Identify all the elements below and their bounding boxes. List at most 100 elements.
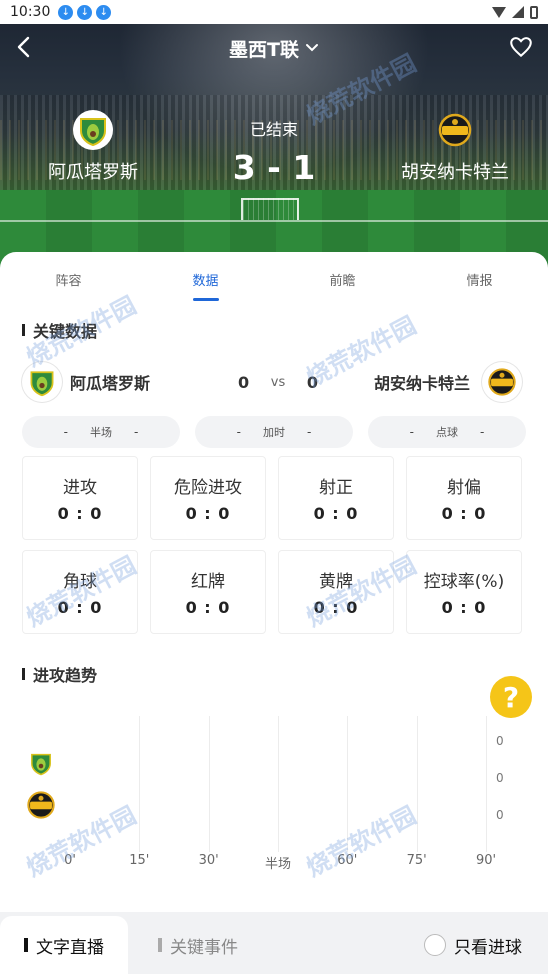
- only-goals-label: 只看进球: [454, 937, 522, 958]
- pill-label: 点球: [436, 426, 458, 439]
- stat-label: 射正: [319, 478, 353, 498]
- tab-key-events[interactable]: 关键事件: [158, 916, 238, 974]
- key-data-team-row: 阿瓜塔罗斯 0 vs 0 胡安纳卡特兰: [22, 360, 522, 404]
- signal-icon: [512, 6, 524, 18]
- away-team-name: 胡安纳卡特兰: [373, 374, 470, 393]
- home-team-logo-small: [22, 362, 62, 402]
- top-nav: 墨西T联: [0, 28, 548, 68]
- stat-value: 0 : 0: [441, 504, 487, 523]
- chart-gridline: [347, 716, 349, 852]
- favorite-button[interactable]: [508, 34, 536, 62]
- chart-x-tick-label: 半场: [264, 857, 292, 872]
- chart-x-tick-label: 75': [406, 853, 427, 868]
- wifi-icon: [492, 6, 506, 18]
- league-title: 墨西T联: [229, 38, 299, 61]
- attack-trend-chart: 0' 15' 30' 半场 60' 75' 90' 0 0 0: [22, 712, 526, 882]
- away-team-logo-small: [482, 362, 522, 402]
- stat-label: 危险进攻: [174, 478, 242, 498]
- pitch-line: [0, 220, 548, 222]
- pill-right-value: -: [480, 425, 485, 439]
- tab-lineup[interactable]: 阵容: [0, 260, 137, 289]
- stat-shots-off-target: 射偏 0 : 0: [406, 456, 522, 540]
- stat-shots-on-target: 射正 0 : 0: [278, 456, 394, 540]
- away-team-logo: [435, 110, 475, 150]
- download-icon: ↓: [96, 4, 112, 20]
- goal-net: [241, 198, 299, 220]
- pill-left-value: -: [236, 425, 241, 439]
- pill-extra-time: - 加时 -: [195, 416, 353, 448]
- chart-gridline: [139, 716, 141, 852]
- chart-gridline: [208, 716, 210, 852]
- chart-gridline: [486, 716, 487, 852]
- league-selector[interactable]: 墨西T联: [229, 35, 319, 62]
- stat-label: 射偏: [447, 478, 481, 498]
- tab-text-live-label: 文字直播: [36, 937, 104, 958]
- only-goals-toggle[interactable]: 只看进球: [424, 916, 522, 974]
- attack-trend-title: 进攻趋势: [22, 662, 97, 686]
- pill-label: 半场: [90, 426, 112, 439]
- chart-x-tick-label: 90': [475, 853, 497, 868]
- chart-gridline: [416, 716, 418, 852]
- key-data-score: 0 vs 0: [238, 373, 318, 392]
- pill-left-value: -: [409, 425, 414, 439]
- vs-label: vs: [270, 374, 286, 390]
- stat-dangerous-attacks: 危险进攻 0 : 0: [150, 456, 266, 540]
- chart-x-tick-label: 15': [129, 853, 150, 868]
- pill-label: 加时: [263, 426, 285, 439]
- chart-y-tick-label: 0: [496, 808, 504, 822]
- period-score-pills: - 半场 - - 加时 - - 点球 -: [22, 416, 526, 448]
- match-header-banner: 10:30 ↓ ↓ ↓ 墨西T联 阿瓜塔罗斯 已结束 3 - 1 胡安纳卡特兰 …: [0, 0, 548, 270]
- chart-x-tick-label: 30': [198, 853, 219, 868]
- pill-right-value: -: [307, 425, 312, 439]
- stat-label: 红牌: [191, 572, 225, 592]
- stats-grid: 进攻 0 : 0 危险进攻 0 : 0 射正 0 : 0 射偏 0 : 0 角球…: [22, 456, 526, 634]
- stat-label: 控球率(%): [423, 572, 505, 592]
- stat-value: 0 : 0: [185, 504, 231, 523]
- stat-label: 角球: [63, 572, 97, 592]
- stat-possession: 控球率(%) 0 : 0: [406, 550, 522, 634]
- status-time: 10:30: [10, 4, 51, 20]
- home-team-logo-chart: [24, 746, 58, 780]
- stat-value: 0 : 0: [441, 598, 487, 617]
- tab-data[interactable]: 数据: [137, 260, 274, 289]
- tab-preview[interactable]: 前瞻: [274, 260, 411, 289]
- stat-attacks: 进攻 0 : 0: [22, 456, 138, 540]
- away-team-logo-chart: [24, 788, 58, 822]
- stat-value: 0 : 0: [313, 598, 359, 617]
- stat-yellow-cards: 黄牌 0 : 0: [278, 550, 394, 634]
- tab-bar: 阵容 数据 前瞻 情报: [0, 252, 548, 296]
- download-icon: ↓: [77, 4, 93, 20]
- pill-halftime: - 半场 -: [22, 416, 180, 448]
- stat-red-cards: 红牌 0 : 0: [150, 550, 266, 634]
- download-icon: ↓: [58, 4, 74, 20]
- stat-label: 进攻: [63, 478, 97, 498]
- stat-label: 黄牌: [319, 572, 353, 592]
- radio-icon[interactable]: [424, 934, 446, 956]
- tab-text-live[interactable]: 文字直播: [0, 916, 128, 974]
- bottom-bar: 文字直播 关键事件 只看进球: [0, 912, 548, 974]
- chart-x-tick-label: 60': [337, 853, 358, 868]
- away-team[interactable]: 胡安纳卡特兰: [370, 110, 540, 184]
- chart-gridline: [278, 716, 279, 852]
- status-bar: 10:30 ↓ ↓ ↓: [0, 0, 548, 24]
- battery-icon: [530, 5, 538, 19]
- away-team-name: 胡安纳卡特兰: [401, 162, 509, 183]
- stat-value: 0 : 0: [57, 504, 103, 523]
- key-data-title: 关键数据: [22, 318, 97, 342]
- pill-left-value: -: [63, 425, 68, 439]
- tab-intel[interactable]: 情报: [411, 260, 548, 289]
- chart-y-tick-label: 0: [496, 771, 504, 785]
- back-arrow-icon: [17, 36, 30, 58]
- pill-penalties: - 点球 -: [368, 416, 526, 448]
- stat-value: 0 : 0: [313, 504, 359, 523]
- stats-card: 阵容 数据 前瞻 情报 关键数据 阿瓜塔罗斯 0 vs 0 胡安纳卡特兰 - 半…: [0, 252, 548, 912]
- home-team-name: 阿瓜塔罗斯: [70, 374, 151, 393]
- pill-right-value: -: [134, 425, 139, 439]
- back-button[interactable]: [12, 34, 40, 62]
- stat-corners: 角球 0 : 0: [22, 550, 138, 634]
- heart-icon: [510, 37, 532, 58]
- stat-value: 0 : 0: [185, 598, 231, 617]
- away-score: 0: [306, 372, 318, 392]
- home-score: 0: [238, 372, 250, 392]
- chart-y-tick-label: 0: [496, 734, 504, 748]
